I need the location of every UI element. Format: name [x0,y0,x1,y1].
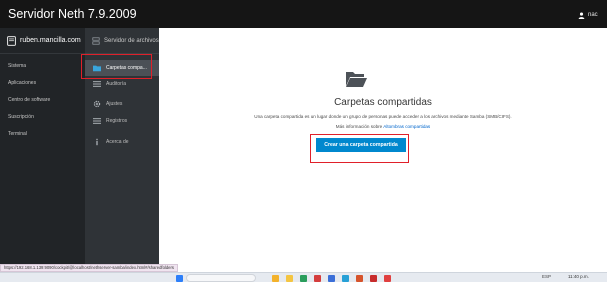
sidebar-item-terminal[interactable]: Terminal [8,131,27,138]
server-icon [7,35,16,46]
sidebar: ruben.mancilla.com Sistema Aplicaciones … [0,28,85,264]
folder-icon [93,64,101,72]
subnav-item-label: Carpetas compa... [106,65,147,71]
sidebar-item-suscripcion[interactable]: Suscripción [8,114,34,121]
folder-open-icon [346,72,367,87]
hostname: ruben.mancilla.com [20,37,81,44]
subnav-item-auditoria[interactable]: Auditoría [85,76,159,92]
empty-state-description: Una carpeta compartida es un lugar donde… [254,114,512,119]
subnav-header[interactable]: Servidor de archivos [85,28,159,54]
file-server-icon [92,36,100,45]
taskbar-search[interactable] [186,274,256,282]
more-info-link[interactable]: Altombras compartidas [383,124,430,129]
list-icon [93,117,101,125]
app-icon[interactable] [356,275,363,282]
clock[interactable]: 11:40 p.m. [568,274,589,280]
brand-title: Servidor Neth 7.9.2009 [8,7,137,21]
page-title: Carpetas compartidas [334,97,432,108]
sidebar-item-aplicaciones[interactable]: Aplicaciones [8,80,36,87]
app-icon[interactable] [300,275,307,282]
language-indicator[interactable]: ESP [542,274,551,280]
subnav-item-label: Acerca de [106,139,129,145]
app-icon[interactable] [342,275,349,282]
app-icon[interactable] [370,275,377,282]
subnav-item-label: Registros [106,118,128,124]
more-info-line: Más información sobre Altombras comparti… [159,124,607,130]
user-label: nac [588,12,598,18]
app-icon[interactable] [384,275,391,282]
user-menu[interactable]: nac [578,10,598,20]
taskbar: ESP 11:40 p.m. [0,272,607,282]
subnav-item-label: Auditoría [106,81,127,87]
status-url: https://192.168.1.139:9090/cockpit/@loca… [0,264,178,272]
info-icon [93,138,101,146]
subnav: Servidor de archivos Carpetas compa... A… [85,28,159,264]
more-info-prefix: Más información sobre [335,124,383,129]
sidebar-item-centro-de-software[interactable]: Centro de software [8,97,50,104]
subnav-item-registros[interactable]: Registros [85,113,159,129]
subnav-item-acerca-de[interactable]: Acerca de [85,134,159,150]
user-icon [578,12,585,19]
subnav-item-label: Ajustes [106,101,123,107]
list-icon [93,80,101,88]
subnav-header-label: Servidor de archivos [104,37,159,44]
host-selector[interactable]: ruben.mancilla.com [0,28,85,54]
sidebar-item-sistema[interactable]: Sistema [8,63,26,70]
app-icon[interactable] [328,275,335,282]
create-shared-folder-button[interactable]: Crear una carpeta compartida [316,138,406,152]
folder-icon[interactable] [286,275,293,282]
file-explorer-icon[interactable] [272,275,279,282]
main-content: Carpetas compartidas Una carpeta compart… [159,28,607,264]
subnav-item-carpetas-compartidas[interactable]: Carpetas compa... [85,60,159,76]
top-bar: Servidor Neth 7.9.2009 nac [0,0,607,28]
app-icon[interactable] [314,275,321,282]
gear-icon [93,100,101,108]
subnav-item-ajustes[interactable]: Ajustes [85,96,159,112]
start-icon[interactable] [176,275,183,282]
